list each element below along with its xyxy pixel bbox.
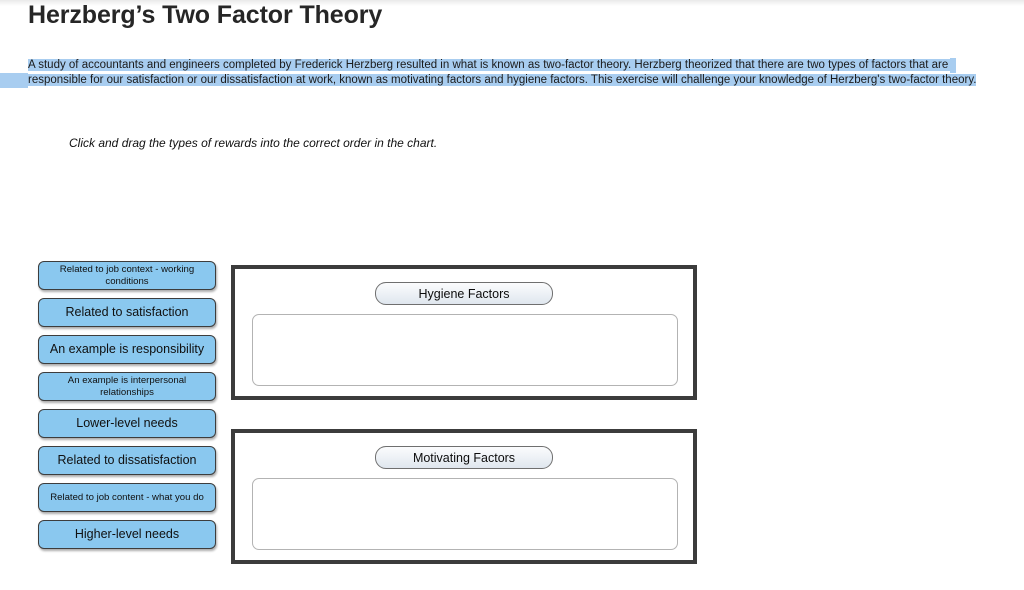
instruction-text: Click and drag the types of rewards into… (69, 136, 438, 150)
reward-tile[interactable]: An example is responsibility (38, 335, 216, 364)
intro-line-1-highlight-tail (950, 58, 957, 73)
reward-tile-label: An example is interpersonal relationship… (67, 375, 187, 398)
reward-tile-label: Related to job content - what you do (50, 491, 204, 503)
drop-zone-hygiene[interactable] (252, 314, 678, 386)
intro-line-2-highlight-lead (0, 73, 28, 88)
reward-tile[interactable]: Higher-level needs (38, 520, 216, 549)
category-title-pill-motivating: Motivating Factors (375, 446, 553, 469)
reward-tile[interactable]: An example is interpersonal relationship… (38, 372, 216, 401)
intro-line-2: responsible for our satisfaction or our … (0, 73, 1024, 88)
reward-tile[interactable]: Lower-level needs (38, 409, 216, 438)
category-title-pill-hygiene: Hygiene Factors (375, 282, 553, 305)
reward-tile-label: An example is responsibility (49, 342, 205, 357)
reward-tile-label: Higher-level needs (74, 527, 180, 542)
reward-tile[interactable]: Related to dissatisfaction (38, 446, 216, 475)
reward-tile-label: Related to job context - working conditi… (59, 264, 195, 287)
intro-line-1-text: A study of accountants and engineers com… (28, 59, 951, 71)
reward-tile[interactable]: Related to satisfaction (38, 298, 216, 327)
reward-tile[interactable]: Related to job context - working conditi… (38, 261, 216, 290)
drop-zone-motivating[interactable] (252, 478, 678, 550)
reward-tile-label: Lower-level needs (76, 416, 178, 431)
intro-line-1: A study of accountants and engineers com… (0, 58, 1024, 73)
category-title-hygiene: Hygiene Factors (418, 286, 510, 301)
page-title: Herzberg’s Two Factor Theory (28, 1, 383, 29)
category-frame-hygiene: Hygiene Factors (231, 265, 697, 400)
reward-tile-label: Related to satisfaction (65, 305, 189, 320)
intro-paragraph: A study of accountants and engineers com… (0, 58, 1024, 88)
reward-tile-label: Related to dissatisfaction (57, 453, 197, 468)
intro-line-2-text: responsible for our satisfaction or our … (28, 74, 977, 86)
category-frame-motivating: Motivating Factors (231, 429, 697, 564)
reward-tile[interactable]: Related to job content - what you do (38, 483, 216, 512)
reward-tile-stack: Related to job context - working conditi… (38, 261, 216, 557)
category-title-motivating: Motivating Factors (412, 450, 516, 465)
